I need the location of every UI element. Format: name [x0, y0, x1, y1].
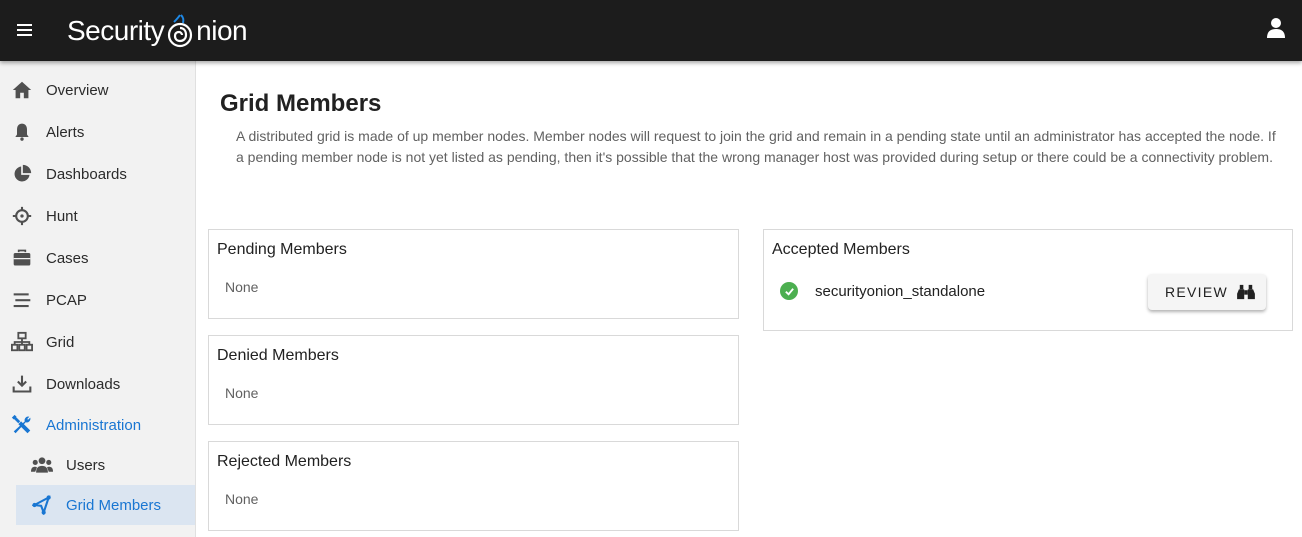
menu-icon[interactable] [8, 14, 42, 46]
sidebar-item-label: Cases [46, 249, 89, 267]
sidebar-item-administration[interactable]: Administration [0, 404, 195, 446]
tools-icon [11, 414, 33, 436]
sidebar-item-label: Dashboards [46, 165, 127, 183]
review-button-label: REVIEW [1165, 284, 1229, 300]
sidebar-item-label: Hunt [46, 207, 78, 225]
stream-icon [11, 289, 33, 311]
sidebar-item-label: Users [66, 456, 106, 474]
accepted-members-card: Accepted Members securityonion_standalon… [763, 229, 1293, 331]
empty-text: None [225, 491, 259, 507]
sidebar-item-label: Administration [46, 416, 142, 434]
security-onion-logo[interactable]: Security nion [67, 14, 248, 48]
check-circle-icon [780, 282, 798, 300]
onion-swirl-icon [168, 14, 193, 48]
pie-chart-icon [11, 163, 33, 185]
rejected-members-card: Rejected Members None [208, 441, 739, 531]
sidebar-item-label: PCAP [46, 291, 87, 309]
card-title: Denied Members [217, 347, 339, 364]
crosshairs-icon [11, 205, 33, 227]
pending-members-card: Pending Members None [208, 229, 739, 319]
sidebar-item-cases[interactable]: Cases [0, 237, 195, 279]
member-name: securityonion_standalone [815, 282, 986, 300]
list-item: securityonion_standalone [780, 282, 985, 300]
briefcase-icon [11, 247, 33, 269]
top-app-bar: Security nion [0, 0, 1302, 61]
page-description: A distributed grid is made of up member … [236, 128, 1276, 165]
logo-text-left: Security [67, 15, 165, 46]
empty-text: None [225, 279, 259, 295]
sidebar-item-downloads[interactable]: Downloads [0, 363, 195, 405]
card-title: Accepted Members [772, 241, 910, 258]
sidebar-item-overview[interactable]: Overview [0, 69, 195, 111]
sidebar-nav: Overview Alerts Dashboards Hunt Cases PC… [0, 61, 196, 537]
empty-text: None [225, 385, 259, 401]
download-icon [11, 373, 33, 395]
sidebar-item-pcap[interactable]: PCAP [0, 279, 195, 321]
logo-text-right: nion [196, 15, 248, 46]
sidebar-item-hunt[interactable]: Hunt [0, 195, 195, 237]
network-icon [11, 331, 33, 353]
page-title: Grid Members [220, 90, 382, 117]
home-icon [11, 79, 33, 101]
sidebar-item-dashboards[interactable]: Dashboards [0, 153, 195, 195]
review-button[interactable]: REVIEW [1148, 274, 1266, 310]
bell-icon [11, 121, 33, 143]
sidebar-item-label: Alerts [46, 123, 85, 141]
binoculars-icon [1237, 284, 1255, 300]
grid-members-icon [31, 494, 53, 516]
sidebar-item-grid[interactable]: Grid [0, 321, 195, 363]
sidebar-item-label: Downloads [46, 375, 121, 393]
sidebar-item-label: Overview [46, 81, 109, 99]
sidebar-subitem-grid-members[interactable]: Grid Members [16, 485, 195, 525]
sidebar-item-label: Grid [46, 333, 75, 351]
sidebar-item-alerts[interactable]: Alerts [0, 111, 195, 153]
account-icon[interactable] [1264, 16, 1290, 44]
users-icon [31, 454, 53, 476]
card-title: Pending Members [217, 241, 347, 258]
denied-members-card: Denied Members None [208, 335, 739, 425]
sidebar-item-label: Grid Members [66, 496, 162, 514]
card-title: Rejected Members [217, 453, 352, 470]
sidebar-subitem-users[interactable]: Users [16, 445, 195, 485]
